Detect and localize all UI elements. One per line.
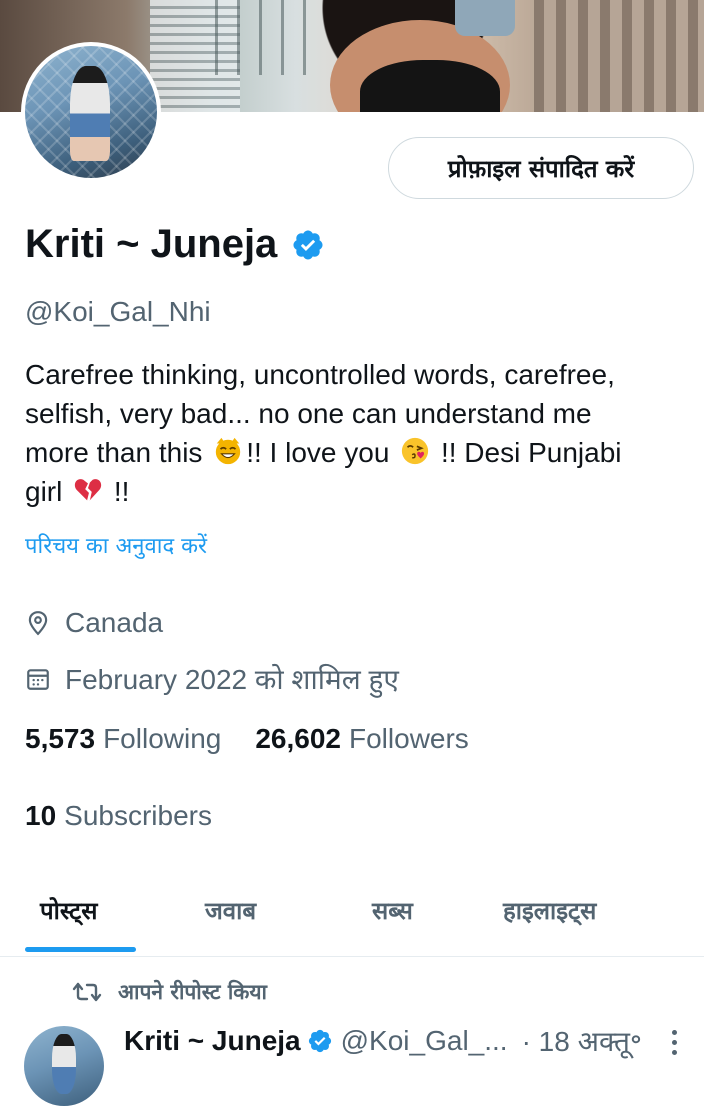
followers-count: 26,602 (255, 723, 341, 754)
profile-avatar[interactable] (21, 42, 161, 182)
bio-text: !! (106, 476, 130, 507)
bio-text: girl (25, 476, 71, 507)
tab-posts[interactable]: पोस्ट्स (40, 894, 98, 927)
broken-heart-icon (74, 479, 102, 502)
profile-tabs: पोस्ट्स जवाब सब्स हाइलाइट्स (0, 880, 704, 957)
banner-black-top (360, 60, 500, 112)
verified-badge-icon[interactable] (291, 228, 325, 262)
banner-phone (455, 0, 515, 36)
profile-bio: Carefree thinking, uncontrolled words, c… (25, 355, 685, 511)
tab-replies[interactable]: जवाब (205, 894, 256, 927)
following-label: Following (103, 723, 222, 754)
repost-indicator: आपने रीपोस्ट किया (72, 978, 267, 1006)
followers-label: Followers (349, 723, 469, 754)
kiss-emoji-icon (402, 437, 429, 465)
translate-bio-link[interactable]: परिचय का अनुवाद करें (25, 530, 207, 560)
following-link[interactable]: 5,573 Following (25, 723, 221, 755)
profile-location-row: Canada (25, 607, 163, 639)
profile-location: Canada (65, 607, 164, 638)
post-author-name[interactable]: Kriti ~ Juneja (124, 1025, 301, 1057)
post-date[interactable]: · 18 अक्तू॰ (522, 1022, 642, 1060)
verified-badge-icon (308, 1029, 331, 1053)
bio-line: girl !! (25, 472, 685, 511)
followers-link[interactable]: 26,602 Followers (255, 723, 468, 755)
location-pin-icon (28, 611, 48, 636)
subscribers-count: 10 (25, 800, 57, 831)
subscribers-link[interactable]: 10 Subscribers (25, 800, 212, 832)
bio-line: selfish, very bad... no one can understa… (25, 398, 592, 429)
tab-subs[interactable]: सब्स (372, 894, 413, 927)
banner-curtain (534, 0, 704, 112)
post-header: Kriti ~ Juneja @Koi_Gal_... · 18 अक्तू॰ (124, 1022, 642, 1060)
active-tab-indicator (25, 947, 136, 952)
profile-joined-row: February 2022 को शामिल हुए (25, 660, 399, 698)
follow-stats: 5,573 Following 26,602 Followers (25, 723, 469, 755)
following-count: 5,573 (25, 723, 96, 754)
bio-line: Carefree thinking, uncontrolled words, c… (25, 359, 615, 390)
post-author-handle[interactable]: @Koi_Gal_... (341, 1025, 508, 1057)
edit-profile-button[interactable]: प्रोफ़ाइल संपादित करें (388, 137, 694, 199)
avatar-photo (25, 46, 157, 178)
post-avatar-figure (52, 1034, 76, 1094)
bio-text: more than this (25, 437, 211, 468)
profile-name: Kriti ~ Juneja (25, 222, 278, 266)
cat-emoji-icon (216, 437, 241, 465)
bio-text: !! Desi Punjabi (433, 437, 622, 468)
repost-icon (72, 982, 102, 1002)
profile-joined-date: February 2022 को शामिल हुए (65, 664, 399, 695)
calendar-icon (27, 669, 49, 690)
profile-handle: @Koi_Gal_Nhi (25, 296, 211, 327)
bio-text: !! I love you (246, 437, 398, 468)
repost-label: आपने रीपोस्ट किया (118, 980, 268, 1004)
bio-line: more than this !! I love you !! Desi Pun… (25, 433, 685, 472)
subscribers-label: Subscribers (64, 800, 212, 831)
post-author-avatar[interactable] (24, 1026, 104, 1106)
avatar-figure (70, 66, 110, 161)
tab-highlights[interactable]: हाइलाइट्स (503, 894, 596, 927)
more-options-icon[interactable] (672, 1030, 678, 1055)
profile-name-row: Kriti ~ Juneja (25, 222, 325, 267)
